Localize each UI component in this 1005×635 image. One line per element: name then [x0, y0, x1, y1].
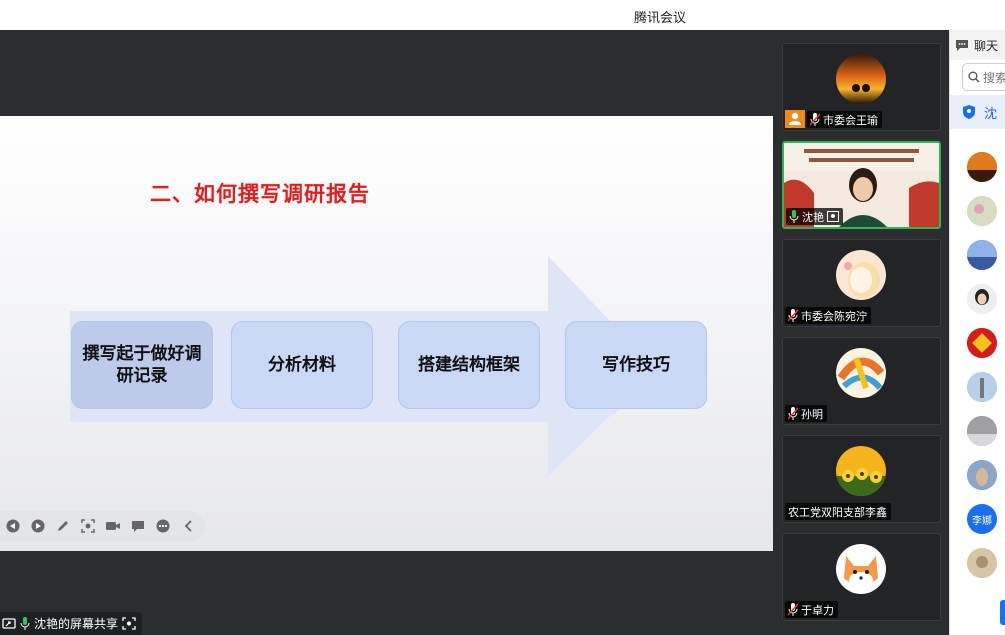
avatar	[836, 446, 886, 496]
avatar[interactable]	[967, 328, 997, 358]
avatar[interactable]	[967, 240, 997, 270]
participant-name-tag: 沈艳	[786, 208, 843, 225]
chat-panel: 聊天 搜索 沈 李娜	[949, 30, 1005, 635]
member-avatar-list: 李娜	[967, 152, 999, 592]
avatar[interactable]	[967, 152, 997, 182]
participant-tile[interactable]: 农工党双阳支部李鑫	[782, 435, 941, 523]
host-icon	[785, 110, 805, 128]
participant-panel: 市委会王瑜 沈艳 市委会陈宛泞 孙明 农工党双阳支部李鑫 于卓力	[773, 30, 949, 635]
participant-tile[interactable]: 孙明	[782, 337, 941, 425]
chat-header: 聊天	[950, 30, 1005, 60]
search-icon	[968, 71, 980, 83]
next-slide-icon[interactable]	[29, 517, 47, 535]
screen-share-icon	[2, 618, 16, 629]
camera-icon[interactable]	[104, 517, 122, 535]
mic-muted-icon	[810, 113, 820, 126]
mic-muted-icon	[788, 309, 798, 322]
more-icon[interactable]	[154, 517, 172, 535]
shield-icon	[963, 105, 975, 119]
step-box-2: 分析材料	[231, 321, 373, 409]
pen-icon[interactable]	[54, 517, 72, 535]
title-bar: 腾讯会议	[0, 0, 1005, 30]
participant-name-tag: 农工党双阳支部李鑫	[785, 503, 891, 520]
prev-slide-icon[interactable]	[4, 517, 22, 535]
participant-tile-speaking[interactable]: 沈艳	[782, 141, 941, 229]
participant-name-tag: 市委会陈宛泞	[785, 307, 871, 324]
step-box-4: 写作技巧	[565, 321, 707, 409]
mic-muted-icon	[788, 407, 798, 420]
focus-icon[interactable]	[79, 517, 97, 535]
avatar[interactable]	[967, 416, 997, 446]
screen-share-icon	[827, 211, 839, 222]
fullscreen-icon[interactable]	[122, 617, 136, 630]
avatar	[836, 54, 886, 104]
comment-icon[interactable]	[129, 517, 147, 535]
pinned-member[interactable]: 沈	[950, 95, 1005, 129]
presentation-slide: 二、如何撰写调研报告 撰写起于做好调研记录 分析材料 搭建结构框架 写作技巧	[0, 116, 773, 551]
avatar[interactable]	[967, 372, 997, 402]
participant-name-tag: 孙明	[785, 405, 827, 422]
mic-on-icon	[20, 617, 30, 630]
chat-icon	[956, 39, 968, 51]
step-box-1: 撰写起于做好调研记录	[71, 321, 213, 409]
slide-heading: 二、如何撰写调研报告	[150, 182, 370, 206]
avatar	[836, 544, 886, 594]
step-box-3: 搭建结构框架	[398, 321, 540, 409]
avatar[interactable]	[967, 196, 997, 226]
avatar[interactable]	[967, 284, 997, 314]
participant-tile[interactable]: 市委会陈宛泞	[782, 239, 941, 327]
avatar[interactable]: 李娜	[967, 504, 997, 534]
screen-share-label: 沈艳的屏幕共享	[0, 612, 143, 635]
collapse-toolbar-icon[interactable]	[179, 517, 197, 535]
avatar[interactable]	[967, 460, 997, 490]
participant-tile[interactable]: 于卓力	[782, 533, 941, 621]
avatar	[836, 250, 886, 300]
participant-name-tag: 市委会王瑜	[807, 111, 882, 128]
presentation-toolbar	[0, 511, 205, 541]
scroll-indicator[interactable]	[1000, 600, 1005, 625]
mic-muted-icon	[788, 603, 798, 616]
avatar[interactable]	[967, 548, 997, 578]
avatar	[836, 348, 886, 398]
mic-on-icon	[789, 210, 799, 223]
search-input[interactable]: 搜索	[962, 63, 1005, 91]
window-title: 腾讯会议	[633, 11, 686, 26]
shared-screen-stage: 二、如何撰写调研报告 撰写起于做好调研记录 分析材料 搭建结构框架 写作技巧 沈…	[0, 30, 773, 635]
screen-share-text: 沈艳的屏幕共享	[34, 617, 119, 631]
participant-name-tag: 于卓力	[785, 601, 838, 618]
participant-tile[interactable]: 市委会王瑜	[782, 43, 941, 131]
